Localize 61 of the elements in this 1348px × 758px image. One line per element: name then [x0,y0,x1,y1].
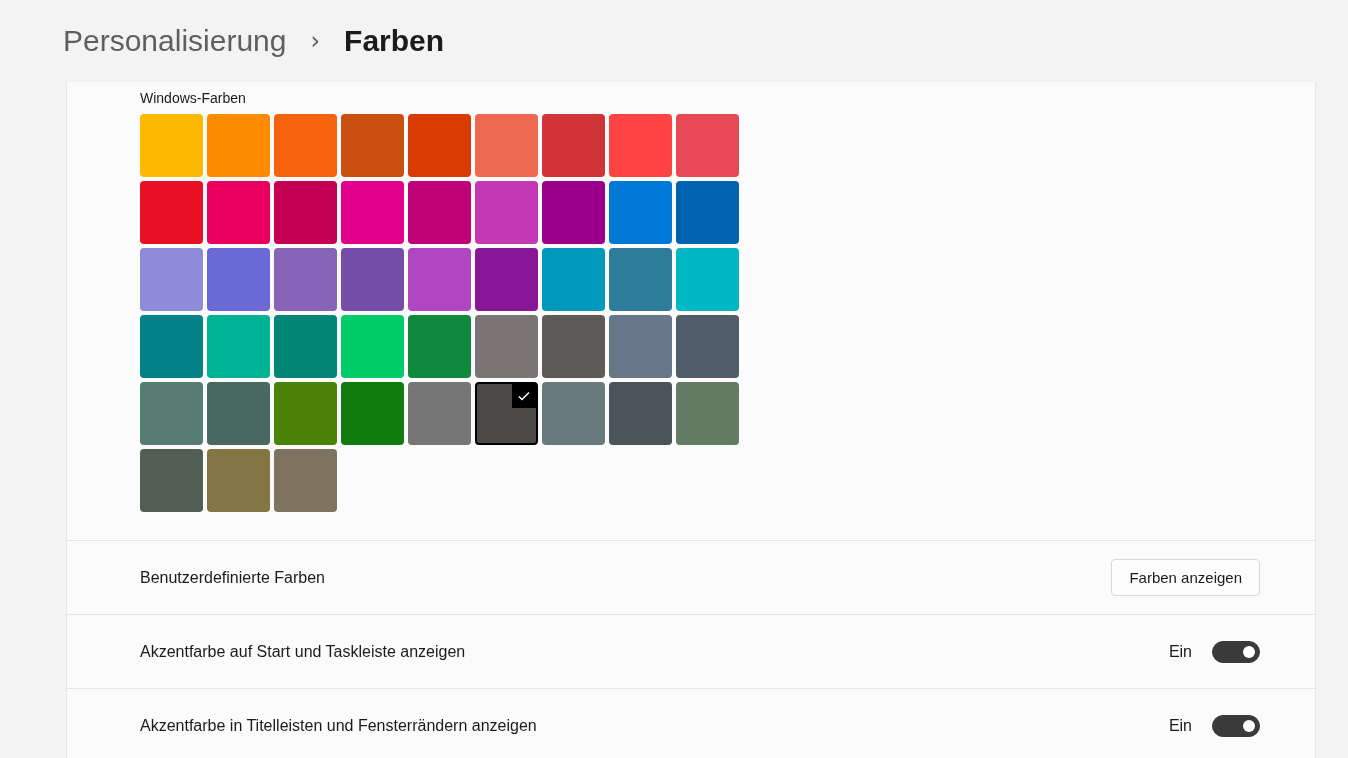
color-swatch[interactable] [207,382,270,445]
color-swatch[interactable] [207,449,270,512]
color-swatch[interactable] [274,248,337,311]
checkmark-icon [512,384,536,408]
toggle-state-text: Ein [1168,642,1192,661]
color-swatch[interactable] [341,181,404,244]
color-swatch[interactable] [341,382,404,445]
color-swatch[interactable] [274,382,337,445]
color-swatch[interactable] [274,114,337,177]
section-label: Windows-Farben [140,90,247,106]
color-swatch[interactable] [609,181,672,244]
color-swatch[interactable] [207,248,270,311]
show-colors-button[interactable]: Farben anzeigen [1111,559,1260,596]
color-swatch[interactable] [207,114,270,177]
color-swatch[interactable] [140,315,203,378]
color-swatch[interactable] [542,181,605,244]
color-swatch[interactable] [408,181,471,244]
color-swatch[interactable] [542,315,605,378]
color-swatch[interactable] [140,114,203,177]
color-swatch[interactable] [542,382,605,445]
color-swatch[interactable] [475,382,538,445]
color-swatch[interactable] [341,248,404,311]
setting-label: Akzentfarbe auf Start und Taskleiste anzeigen [140,642,466,661]
toggle-state-text: Ein [1168,716,1192,735]
color-swatch[interactable] [140,181,203,244]
color-swatch[interactable] [676,315,739,378]
color-swatch[interactable] [274,315,337,378]
color-swatch[interactable] [609,315,672,378]
color-swatch[interactable] [542,114,605,177]
chevron-icon: › [306,27,325,55]
color-swatch[interactable] [140,248,203,311]
color-swatch[interactable] [609,248,672,311]
color-swatch[interactable] [408,114,471,177]
color-swatch[interactable] [676,181,739,244]
color-swatch[interactable] [475,315,538,378]
color-swatch[interactable] [542,248,605,311]
color-swatch[interactable] [408,315,471,378]
color-swatch[interactable] [207,315,270,378]
color-swatch[interactable] [676,382,739,445]
toggle-switch[interactable] [1212,640,1260,663]
color-swatch[interactable] [274,449,337,512]
color-swatch[interactable] [609,114,672,177]
color-swatch[interactable] [341,315,404,378]
color-swatch[interactable] [207,181,270,244]
color-swatch[interactable] [140,449,203,512]
color-swatch[interactable] [408,248,471,311]
color-swatch[interactable] [274,181,337,244]
setting-label: Benutzerdefinierte Farben [140,568,325,587]
breadcrumb-link[interactable]: Personalisierung [63,24,287,58]
toggle-switch[interactable] [1212,714,1260,737]
color-swatch[interactable] [609,382,672,445]
color-swatch[interactable] [475,248,538,311]
color-swatch[interactable] [408,382,471,445]
color-swatch[interactable] [475,114,538,177]
color-swatch[interactable] [140,382,203,445]
page-title: Farben [344,24,445,58]
setting-label: Akzentfarbe in Titelleisten und Fensterrändern anzeigen [140,716,537,735]
color-swatch[interactable] [475,181,538,244]
color-swatch[interactable] [676,114,739,177]
color-swatch[interactable] [676,248,739,311]
color-swatch[interactable] [341,114,404,177]
